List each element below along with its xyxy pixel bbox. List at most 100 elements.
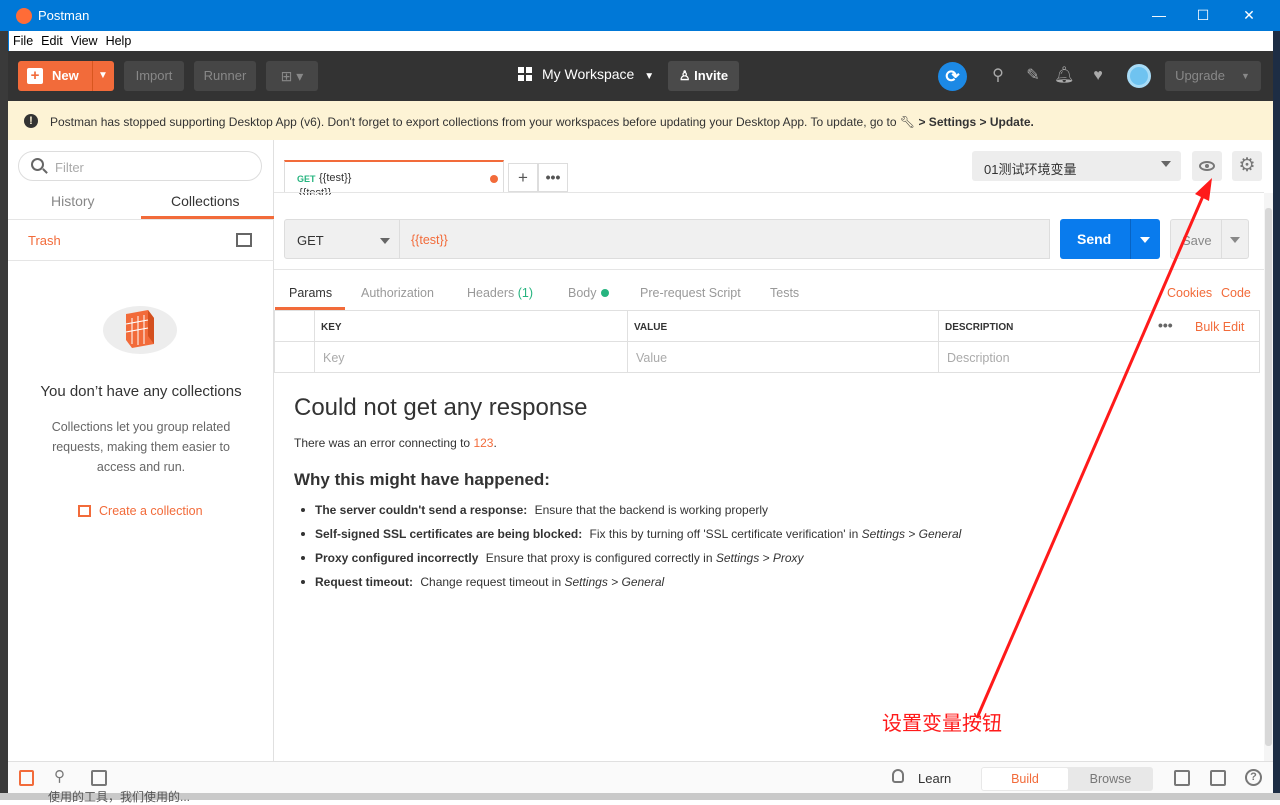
- tab-headers[interactable]: Headers (1): [467, 286, 533, 300]
- trash-link[interactable]: Trash: [28, 233, 61, 248]
- browse-mode-button[interactable]: Browse: [1069, 768, 1152, 790]
- response-sub-text: There was an error connecting to: [294, 436, 474, 450]
- more-options-icon[interactable]: •••: [1158, 317, 1173, 333]
- menu-view[interactable]: View: [67, 31, 102, 51]
- tab-prerequest-script[interactable]: Pre-request Script: [640, 286, 741, 300]
- column-header-value: VALUE: [628, 311, 939, 342]
- invite-button[interactable]: ♙ Invite: [668, 61, 739, 91]
- url-input[interactable]: {{test}}: [400, 219, 1050, 259]
- send-label: Send: [1077, 231, 1112, 247]
- warning-icon: !: [24, 114, 38, 128]
- send-button[interactable]: Send: [1060, 219, 1160, 259]
- param-key-input[interactable]: Key: [315, 342, 628, 373]
- new-button[interactable]: + New ▼: [18, 61, 114, 91]
- build-browse-toggle: Build Browse: [981, 767, 1153, 791]
- minimize-button[interactable]: —: [1136, 0, 1182, 31]
- new-collection-icon[interactable]: [236, 233, 252, 247]
- list-item: Self-signed SSL certificates are being b…: [294, 527, 961, 541]
- code-link[interactable]: Code: [1221, 286, 1251, 300]
- divider: [8, 219, 274, 220]
- chevron-down-icon[interactable]: [1140, 237, 1150, 243]
- search-icon: [31, 158, 44, 171]
- chevron-down-icon[interactable]: ▼: [1241, 61, 1250, 91]
- environment-selected: 01测试环境变量: [984, 162, 1077, 177]
- build-mode-button[interactable]: Build: [982, 768, 1068, 790]
- list-item-path: Settings > General: [861, 527, 962, 541]
- lightbulb-icon: [892, 769, 904, 783]
- find-icon[interactable]: ⚲: [54, 767, 65, 785]
- scrollbar-thumb[interactable]: [1265, 208, 1272, 746]
- new-window-button[interactable]: ⊞ ▾: [266, 61, 318, 91]
- sync-icon[interactable]: ⟳: [938, 62, 967, 91]
- tab-body[interactable]: Body: [568, 286, 609, 300]
- save-label: Save: [1182, 233, 1212, 248]
- import-button[interactable]: Import: [124, 61, 184, 91]
- chevron-down-icon[interactable]: ▼: [98, 61, 108, 91]
- method-select[interactable]: GET: [284, 219, 400, 259]
- response-host-link[interactable]: 123: [473, 436, 493, 450]
- runner-button[interactable]: Runner: [194, 61, 256, 91]
- user-avatar[interactable]: [1127, 64, 1151, 88]
- close-window-button[interactable]: ✕: [1226, 0, 1272, 31]
- maximize-button[interactable]: ☐: [1180, 0, 1226, 31]
- tab-body-label: Body: [568, 286, 597, 300]
- manage-environments-button[interactable]: ⚙: [1232, 151, 1262, 181]
- workspace-switcher[interactable]: My Workspace ▼: [518, 66, 654, 82]
- toggle-sidebar-icon[interactable]: [19, 770, 34, 786]
- list-item-title: Request timeout:: [315, 575, 414, 589]
- upgrade-button[interactable]: Upgrade ▼: [1165, 61, 1261, 91]
- upgrade-label: Upgrade: [1175, 68, 1225, 83]
- menu-edit[interactable]: Edit: [37, 31, 67, 51]
- tab-collections[interactable]: Collections: [171, 193, 239, 209]
- column-header-key: KEY: [315, 311, 628, 342]
- workspace-label: My Workspace: [542, 66, 635, 82]
- tab-authorization[interactable]: Authorization: [361, 286, 434, 300]
- list-item-path: Settings > General: [564, 575, 665, 589]
- response-error-title: Could not get any response: [294, 394, 588, 421]
- unsaved-dot-icon: [490, 175, 498, 183]
- menu-help[interactable]: Help: [102, 31, 136, 51]
- bulk-edit-link[interactable]: Bulk Edit: [1195, 320, 1244, 334]
- sidebar: Filter History Collections Trash You don…: [8, 140, 274, 761]
- divider: [274, 192, 1264, 193]
- tab-history[interactable]: History: [51, 193, 95, 209]
- console-icon[interactable]: [91, 770, 107, 786]
- two-pane-view-icon[interactable]: [1174, 770, 1190, 786]
- wrench-icon: 🔧︎: [899, 115, 916, 129]
- chevron-down-icon: [380, 238, 390, 244]
- interceptor-icon[interactable]: ✎: [1023, 66, 1043, 86]
- request-tab[interactable]: GET {{test}} {{test}}: [284, 160, 504, 195]
- invite-label: Invite: [694, 68, 729, 83]
- workspace-grid-icon: [518, 67, 532, 81]
- environment-quick-look-button[interactable]: [1192, 151, 1222, 181]
- window-titlebar: Postman — ☐ ✕: [0, 0, 1280, 31]
- tab-headers-label: Headers: [467, 286, 515, 300]
- notifications-bell-icon[interactable]: 🔔︎: [1054, 66, 1074, 86]
- new-tab-button[interactable]: +: [508, 163, 538, 192]
- filter-input[interactable]: Filter: [18, 151, 262, 181]
- request-tab-method: GET: [297, 174, 316, 184]
- tab-params[interactable]: Params: [289, 286, 332, 300]
- list-item-title: Self-signed SSL certificates are being b…: [315, 527, 583, 541]
- help-icon[interactable]: ?: [1245, 769, 1262, 786]
- save-button[interactable]: Save: [1170, 219, 1249, 259]
- param-description-input[interactable]: Description: [939, 342, 1259, 373]
- chevron-down-icon: ▼: [644, 71, 655, 82]
- create-collection-link[interactable]: Create a collection: [78, 504, 203, 518]
- tab-options-button[interactable]: •••: [538, 163, 568, 192]
- keyboard-shortcuts-icon[interactable]: [1210, 770, 1226, 786]
- satellite-icon[interactable]: ⚲: [988, 66, 1008, 86]
- list-item-path: Settings > Proxy: [715, 551, 804, 565]
- divider: [8, 260, 274, 261]
- row-checkbox[interactable]: [275, 342, 315, 373]
- menu-bar: File Edit View Help: [8, 31, 1273, 51]
- heart-icon[interactable]: ♥: [1088, 66, 1108, 86]
- menu-file[interactable]: File: [9, 31, 37, 51]
- cookies-link[interactable]: Cookies: [1167, 286, 1212, 300]
- deprecation-banner: ! Postman has stopped supporting Desktop…: [8, 101, 1273, 140]
- param-value-input[interactable]: Value: [628, 342, 939, 373]
- chevron-down-icon[interactable]: [1230, 237, 1240, 243]
- tab-tests[interactable]: Tests: [770, 286, 799, 300]
- learn-button[interactable]: Learn: [918, 771, 951, 786]
- environment-selector[interactable]: 01测试环境变量: [972, 151, 1181, 181]
